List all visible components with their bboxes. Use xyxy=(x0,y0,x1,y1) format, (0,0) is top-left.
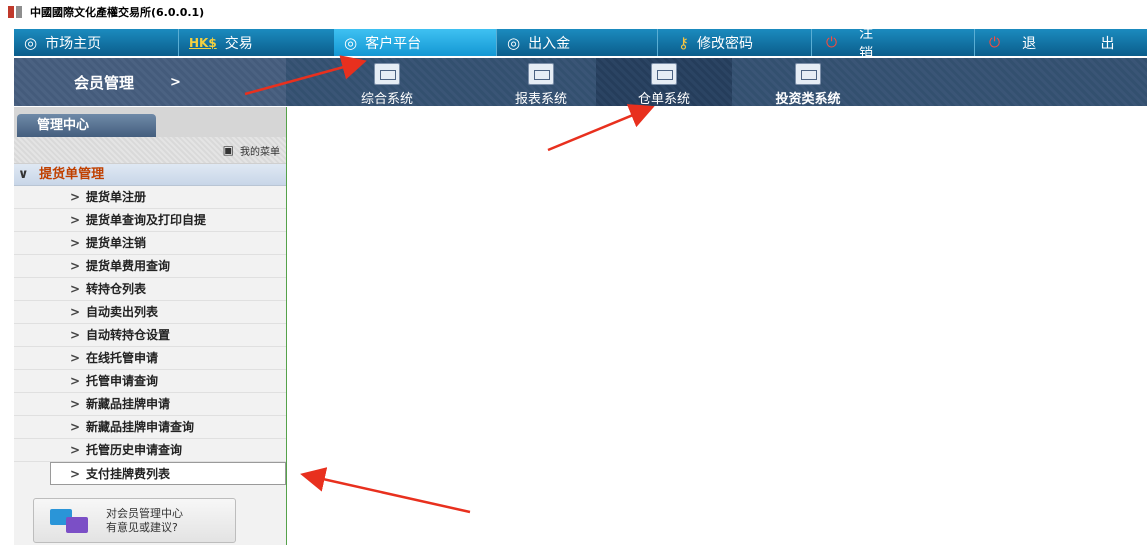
nav-change-password[interactable]: ⚷ 修改密码 xyxy=(658,29,811,56)
tab-management-center[interactable]: 管理中心 xyxy=(17,114,156,137)
menu-item-label: 提货单注册 xyxy=(86,190,147,204)
menu-item-label: 托管申请查询 xyxy=(86,374,159,388)
nav-label: 注 销 xyxy=(859,25,904,62)
nav-market-home[interactable]: ◎ 市场主页 xyxy=(14,29,178,56)
chevron-right-icon: > xyxy=(70,305,81,319)
menu-list: > 提货单注册 > 提货单查询及打印自提 > 提货单注销 > 提货单费用查询 > 转持仓列表 > 自动… xyxy=(14,186,286,485)
nav-label: 修改密码 xyxy=(697,35,753,52)
chevron-right-icon: > xyxy=(70,443,81,457)
menu-item[interactable]: > 托管历史申请查询 xyxy=(14,439,286,462)
chat-bubbles-icon xyxy=(50,505,94,537)
system-label: 投资类系统 xyxy=(775,92,841,107)
circle-refresh-icon: ◎ xyxy=(344,33,358,52)
folder-report-icon xyxy=(528,63,554,85)
my-menu-link[interactable]: ▣ 我的菜单 xyxy=(14,137,286,164)
nav-label: 市场主页 xyxy=(45,35,102,52)
menu-item-label: 自动卖出列表 xyxy=(86,305,159,319)
circle-refresh-icon: ◎ xyxy=(507,33,521,52)
menu-item-label: 在线托管申请 xyxy=(86,351,159,365)
menu-item-label: 新藏品挂牌申请 xyxy=(86,397,171,411)
section-title: 会员管理 xyxy=(74,73,135,92)
chevron-right-icon: > xyxy=(70,282,81,296)
menu-item-label: 提货单注销 xyxy=(86,236,147,250)
section-arrow: > xyxy=(170,74,181,90)
menu-item[interactable]: > 新藏品挂牌申请 xyxy=(14,393,286,416)
menu-item[interactable]: > 支付挂牌费列表 xyxy=(50,462,286,485)
feedback-text: 对会员管理中心 有意见或建议? xyxy=(106,507,183,535)
menu-item[interactable]: > 自动卖出列表 xyxy=(14,301,286,324)
menu-item-label: 自动转持仓设置 xyxy=(86,328,171,342)
menu-item-label: 提货单查询及打印自提 xyxy=(86,213,207,227)
chevron-right-icon: > xyxy=(70,213,81,227)
chevron-down-icon: ∨ xyxy=(18,167,29,182)
nav-label: 出入金 xyxy=(528,35,571,52)
menu-item[interactable]: > 提货单注销 xyxy=(14,232,286,255)
chevron-right-icon: > xyxy=(70,259,81,273)
power-icon: ⏻ xyxy=(989,34,1001,51)
app-logo-icon xyxy=(8,5,22,19)
chevron-right-icon: > xyxy=(70,374,81,388)
menu-item-label: 转持仓列表 xyxy=(86,282,147,296)
menu-group-pickup-order[interactable]: ∨ 提货单管理 xyxy=(14,164,286,186)
circle-refresh-icon: ◎ xyxy=(24,33,38,52)
menu-item[interactable]: > 提货单费用查询 xyxy=(14,255,286,278)
chevron-right-icon: > xyxy=(70,420,81,434)
window-icon xyxy=(374,63,400,85)
chevron-right-icon: > xyxy=(70,190,81,204)
key-icon: ⚷ xyxy=(678,33,689,52)
system-report[interactable]: 报表系统 xyxy=(502,58,580,107)
top-nav: ◎ 市场主页 HK$ 交易 ◎ 客户平台 ◎ 出入金 ⚷ 修改密码 ⏻ 注 销 … xyxy=(14,26,1147,62)
nav-client-platform[interactable]: ◎ 客户平台 xyxy=(334,29,496,56)
feedback-line-2: 有意见或建议? xyxy=(106,520,178,534)
menu-item-label: 提货单费用查询 xyxy=(86,259,171,273)
system-toolbar: 会员管理 > 综合系统 报表系统 仓单系统 投资类系统 xyxy=(14,58,1147,107)
feedback-line-1: 对会员管理中心 xyxy=(106,506,183,520)
nav-deposit-withdraw[interactable]: ◎ 出入金 xyxy=(497,29,657,56)
menu-item[interactable]: > 托管申请查询 xyxy=(14,370,286,393)
system-label: 仓单系统 xyxy=(637,92,690,107)
member-management-header[interactable]: 会员管理 > xyxy=(14,58,286,106)
money-document-icon xyxy=(795,63,821,85)
nav-label: 退 出 xyxy=(1022,35,1145,52)
menu-item-label: 托管历史申请查询 xyxy=(86,443,183,457)
my-menu-label: 我的菜单 xyxy=(240,146,280,158)
system-comprehensive[interactable]: 综合系统 xyxy=(348,58,426,107)
menu-item[interactable]: > 自动转持仓设置 xyxy=(14,324,286,347)
system-label: 报表系统 xyxy=(514,92,567,107)
window-title: 中國國際文化產權交易所(6.0.0.1) xyxy=(30,5,205,19)
sidebar: 管理中心 ▣ 我的菜单 ∨ 提货单管理 > 提货单注册 > 提货单查询及打印自提 > 提货… xyxy=(14,107,286,545)
nav-label: 客户平台 xyxy=(365,35,422,52)
group-title: 提货单管理 xyxy=(39,167,105,182)
printer-icon xyxy=(651,63,677,85)
main-content-area xyxy=(287,107,1147,545)
window-titlebar: 中國國際文化產權交易所(6.0.0.1) xyxy=(0,0,1147,23)
nav-trade[interactable]: HK$ 交易 xyxy=(179,29,334,56)
chevron-right-icon: > xyxy=(70,236,81,250)
menu-item-label: 新藏品挂牌申请查询 xyxy=(86,420,195,434)
nav-logout[interactable]: ⏻ 注 销 xyxy=(812,26,974,62)
menu-item-label: 支付挂牌费列表 xyxy=(86,467,171,481)
system-investment[interactable]: 投资类系统 xyxy=(758,58,858,107)
system-label: 综合系统 xyxy=(360,92,413,107)
clipboard-icon: ▣ xyxy=(222,143,234,157)
menu-item[interactable]: > 在线托管申请 xyxy=(14,347,286,370)
chevron-right-icon: > xyxy=(70,397,81,411)
sidebar-tab-strip: 管理中心 xyxy=(14,107,286,137)
nav-exit[interactable]: ⏻ 退 出 xyxy=(975,29,1145,56)
menu-item[interactable]: > 转持仓列表 xyxy=(14,278,286,301)
menu-item[interactable]: > 新藏品挂牌申请查询 xyxy=(14,416,286,439)
nav-label: 交易 xyxy=(224,35,253,52)
menu-item[interactable]: > 提货单注册 xyxy=(14,186,286,209)
menu-item[interactable]: > 提货单查询及打印自提 xyxy=(14,209,286,232)
power-icon: ⏻ xyxy=(826,34,838,51)
feedback-button[interactable]: 对会员管理中心 有意见或建议? xyxy=(33,498,236,543)
system-warehouse-receipt[interactable]: 仓单系统 xyxy=(596,58,732,107)
chevron-right-icon: > xyxy=(70,467,81,481)
hk-dollar-icon: HK$ xyxy=(189,35,217,50)
chevron-right-icon: > xyxy=(70,328,81,342)
chevron-right-icon: > xyxy=(70,351,81,365)
